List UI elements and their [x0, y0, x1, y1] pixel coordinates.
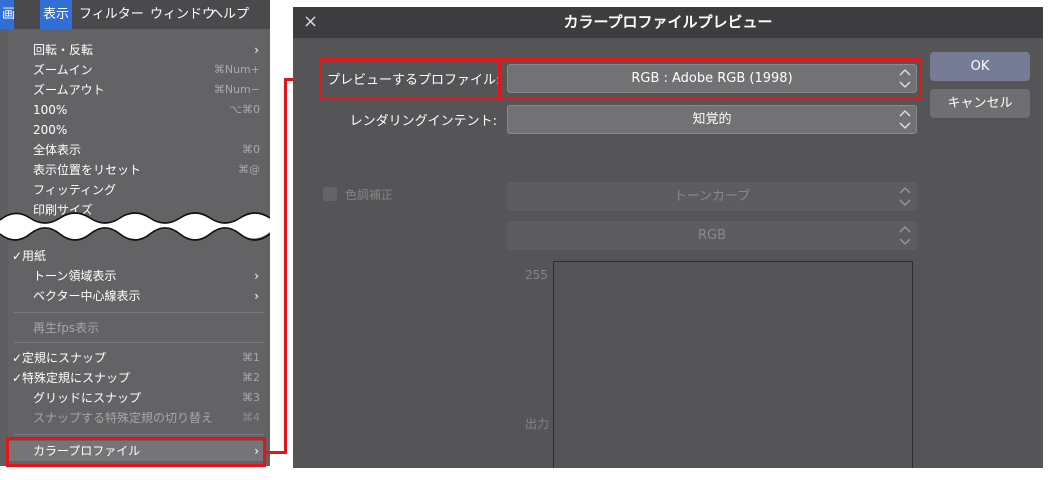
menu-bar: 画 表示 フィルター ウィンドウ ヘルプ: [0, 0, 270, 29]
menu-item-label: 定規にスナップ: [22, 351, 107, 365]
menu-item-label: 表示位置をリセット: [33, 163, 142, 177]
channel-value: RGB: [697, 228, 727, 243]
menu-item-label: ベクター中心線表示: [33, 289, 141, 303]
menu-item-snap-grid[interactable]: グリッドにスナップ ⌘3: [8, 388, 266, 408]
menu-item-shortcut: ⌥⌘0: [229, 103, 260, 116]
menu-separator: [14, 434, 264, 435]
menu-item-zoom-in[interactable]: ズームイン ⌘Num+: [8, 60, 266, 80]
menubar-item-prev[interactable]: 画: [0, 0, 15, 29]
connector-line: [266, 451, 285, 454]
menu-item-shortcut: ⌘@: [238, 163, 260, 176]
menu-item-label: 再生fps表示: [33, 321, 100, 335]
menu-item-label: 全体表示: [33, 143, 82, 157]
menu-item-shortcut: ⌘Num−: [213, 83, 260, 96]
checkmark-icon: ✓: [12, 371, 23, 385]
menu-item-vector-centerline[interactable]: ベクター中心線表示 ›: [8, 286, 266, 306]
menubar-item-help[interactable]: ヘルプ: [210, 0, 249, 29]
dialog-titlebar: × カラープロファイルプレビュー: [293, 7, 1043, 38]
ok-button[interactable]: OK: [930, 52, 1030, 81]
channel-select[interactable]: RGB: [507, 221, 917, 250]
connector-line: [284, 78, 287, 454]
checkmark-icon: ✓: [12, 249, 23, 263]
menu-item-label: フィッティング: [33, 183, 117, 197]
highlight-frame-menu: [6, 437, 266, 467]
menu-item-fitting[interactable]: フィッティング: [8, 180, 266, 200]
menu-item-label: 用紙: [22, 249, 47, 263]
highlight-frame-profile-label: [319, 58, 501, 100]
menu-item-label: ズームアウト: [33, 83, 105, 97]
rendering-intent-select[interactable]: 知覚的: [507, 105, 917, 134]
submenu-arrow-icon: ›: [254, 289, 259, 303]
updown-chevron-icon: [899, 110, 911, 129]
menu-item-label: 200%: [33, 123, 68, 137]
tone-curve-graph[interactable]: [553, 261, 913, 468]
menu-item-shortcut: ⌘1: [242, 351, 260, 364]
menubar-item-filter[interactable]: フィルター: [79, 0, 144, 29]
updown-chevron-icon: [899, 187, 911, 206]
omission-wave-band: [0, 212, 270, 241]
dialog-title: カラープロファイルプレビュー: [563, 13, 773, 31]
highlight-frame-profile-select: [499, 58, 922, 100]
updown-chevron-icon: [899, 226, 911, 245]
menu-item-playback-fps: 再生fps表示: [8, 318, 266, 338]
menu-separator: [14, 342, 264, 343]
menu-item-label: トーン領域表示: [33, 269, 117, 283]
menu-item-snap-ruler[interactable]: ✓ 定規にスナップ ⌘1: [8, 348, 266, 368]
cancel-button[interactable]: キャンセル: [930, 89, 1030, 118]
menu-item-200[interactable]: 200%: [8, 120, 266, 140]
tone-correction-checkbox[interactable]: [323, 187, 337, 201]
menu-item-100[interactable]: 100% ⌥⌘0: [8, 100, 266, 120]
tone-curve-select[interactable]: トーンカーブ: [507, 182, 917, 211]
view-menu-panel: 画 表示 フィルター ウィンドウ ヘルプ 回転・反転 › ズームイン ⌘Num+…: [0, 0, 270, 466]
menu-item-zoom-out[interactable]: ズームアウト ⌘Num−: [8, 80, 266, 100]
rendering-intent-label: レンダリングインテント:: [349, 114, 497, 129]
menu-item-shortcut: ⌘0: [242, 143, 260, 156]
tone-curve-value: トーンカーブ: [673, 189, 751, 204]
submenu-arrow-icon: ›: [254, 269, 259, 283]
menu-item-label: スナップする特殊定規の切り替え: [33, 411, 214, 425]
rendering-intent-value: 知覚的: [692, 112, 732, 127]
menu-item-shortcut: ⌘3: [242, 391, 260, 404]
menu-item-label: 100%: [33, 103, 68, 117]
menu-item-fit-all[interactable]: 全体表示 ⌘0: [8, 140, 266, 160]
view-menu-dropdown: 回転・反転 › ズームイン ⌘Num+ ズームアウト ⌘Num− 100% ⌥⌘…: [8, 29, 270, 466]
menu-item-snap-special-ruler[interactable]: ✓ 特殊定規にスナップ ⌘2: [8, 368, 266, 388]
menu-item-paper[interactable]: ✓ 用紙: [8, 246, 266, 266]
menu-separator: [14, 312, 264, 313]
menu-item-reset-position[interactable]: 表示位置をリセット ⌘@: [8, 160, 266, 180]
menu-item-shortcut: ⌘2: [242, 371, 260, 384]
menubar-item-view[interactable]: 表示: [40, 0, 72, 29]
checkmark-icon: ✓: [12, 351, 23, 365]
menu-item-shortcut: ⌘4: [242, 411, 260, 424]
submenu-arrow-icon: ›: [254, 43, 259, 57]
menu-item-shortcut: ⌘Num+: [213, 63, 260, 76]
menu-item-label: グリッドにスナップ: [33, 391, 142, 405]
menu-item-label: ズームイン: [33, 63, 93, 77]
menu-item-label: 回転・反転: [33, 43, 94, 57]
axis-output-label: 出力: [525, 417, 550, 431]
menu-item-toggle-snap-special: スナップする特殊定規の切り替え ⌘4: [8, 408, 266, 428]
menu-item-rotate-flip[interactable]: 回転・反転 ›: [8, 40, 266, 60]
menu-item-label: 特殊定規にスナップ: [22, 371, 131, 385]
tone-correction-label: 色調補正: [345, 188, 394, 202]
menubar-item-window[interactable]: ウィンドウ: [150, 0, 215, 29]
menu-item-tone-area[interactable]: トーン領域表示 ›: [8, 266, 266, 286]
axis-max-label: 255: [525, 268, 548, 282]
